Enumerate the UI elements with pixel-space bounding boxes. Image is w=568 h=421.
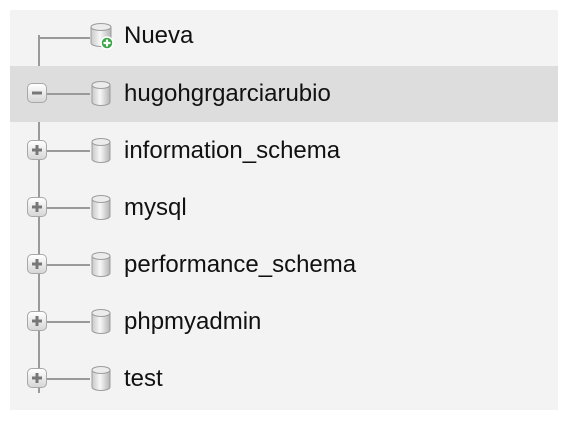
tree-item-label[interactable]: mysql: [124, 193, 187, 223]
tree-connector: [38, 37, 90, 39]
database-icon: [91, 195, 111, 220]
tree-item-database[interactable]: test: [10, 351, 558, 407]
tree-item-database[interactable]: mysql: [10, 180, 558, 236]
expand-button[interactable]: [27, 368, 47, 388]
expand-button[interactable]: [27, 140, 47, 160]
database-icon: [91, 252, 111, 277]
database-icon: [91, 138, 111, 163]
plus-icon: [32, 145, 42, 155]
tree-connector: [46, 264, 90, 266]
expand-button[interactable]: [27, 311, 47, 331]
database-icon: [91, 366, 111, 391]
tree-item-label[interactable]: information_schema: [124, 136, 340, 166]
tree-item-label[interactable]: Nueva: [124, 21, 193, 51]
tree-connector: [46, 150, 90, 152]
tree-item-new-database[interactable]: Nueva: [10, 10, 558, 66]
tree-item-label[interactable]: test: [124, 364, 163, 394]
expand-button[interactable]: [27, 254, 47, 274]
plus-icon: [32, 316, 42, 326]
plus-icon: [32, 373, 42, 383]
tree-connector: [46, 93, 90, 95]
tree-connector: [46, 207, 90, 209]
tree-item-label[interactable]: performance_schema: [124, 250, 356, 280]
tree-item-label[interactable]: phpmyadmin: [124, 307, 261, 337]
tree-item-database[interactable]: phpmyadmin: [10, 294, 558, 350]
expand-button[interactable]: [27, 197, 47, 217]
tree-item-database[interactable]: hugohgrgarciarubio: [10, 66, 558, 122]
tree-connector: [46, 321, 90, 323]
plus-icon: [32, 259, 42, 269]
tree-connector: [46, 378, 90, 380]
tree-item-database[interactable]: information_schema: [10, 123, 558, 179]
database-icon: [91, 81, 111, 106]
database-icon: [91, 309, 111, 334]
database-add-icon: [90, 23, 114, 50]
minus-icon: [32, 91, 42, 95]
navigation-panel: Nueva hugohgrgarciarubio information_sch…: [10, 10, 558, 410]
tree-item-database[interactable]: performance_schema: [10, 237, 558, 293]
plus-icon: [32, 202, 42, 212]
collapse-button[interactable]: [27, 83, 47, 103]
tree-item-label[interactable]: hugohgrgarciarubio: [124, 79, 331, 109]
